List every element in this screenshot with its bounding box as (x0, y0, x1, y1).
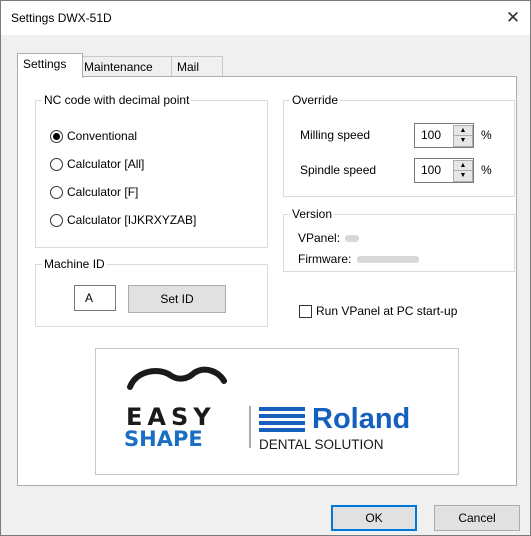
spin-down-icon[interactable]: ▼ (453, 170, 473, 182)
machine-id-value[interactable]: A (85, 291, 93, 305)
run-at-startup-label: Run VPanel at PC start-up (316, 304, 458, 318)
version-legend: Version (292, 207, 333, 221)
radio-calculator-all[interactable]: Calculator [All] (50, 156, 144, 172)
vpanel-version-row: VPanel: (298, 231, 360, 245)
milling-speed-value[interactable]: 100 (421, 128, 441, 142)
machine-id-legend: Machine ID (44, 257, 105, 271)
radio-button-icon (50, 129, 63, 143)
radio-label: Calculator [F] (67, 185, 139, 199)
radio-label: Conventional (67, 129, 138, 143)
window-title: Settings DWX-51D (11, 11, 112, 25)
tab-settings[interactable]: Settings (17, 53, 83, 78)
radio-calculator-ijkrxyzab[interactable]: Calculator [IJKRXYZAB] (50, 212, 196, 228)
title-bar: Settings DWX-51D ✕ (1, 1, 530, 35)
override-group: Override Milling speed 100 ▲ ▼ % Spindle… (283, 93, 515, 197)
logo-roland-text: Roland (312, 403, 411, 435)
close-icon[interactable]: ✕ (501, 7, 525, 29)
easy-shape-roland-logo: EASY SHAPE Roland DENTAL SOLUTION (95, 348, 459, 475)
milling-speed-unit: % (481, 128, 492, 142)
settings-dialog: Settings DWX-51D ✕ Settings Maintenance … (0, 0, 531, 536)
override-legend: Override (292, 93, 339, 107)
spindle-speed-spinner[interactable]: 100 ▲ ▼ (414, 158, 474, 183)
run-at-startup-checkbox[interactable]: Run VPanel at PC start-up (299, 304, 457, 318)
tab-maintenance[interactable]: Maintenance (78, 56, 172, 77)
vpanel-label: VPanel: (298, 231, 341, 245)
radio-button-icon (50, 157, 63, 171)
tooth-arc-icon (127, 366, 227, 390)
redacted-value (345, 235, 360, 243)
nc-code-group: NC code with decimal point Conventional … (35, 93, 268, 248)
cancel-button[interactable]: Cancel (434, 505, 520, 531)
radio-label: Calculator [IJKRXYZAB] (67, 213, 197, 227)
tab-mail[interactable]: Mail (171, 56, 223, 77)
logo-shape-text: SHAPE (124, 427, 203, 451)
logo-tagline: DENTAL SOLUTION (259, 437, 384, 452)
checkbox-icon[interactable] (299, 304, 312, 318)
radio-calculator-f[interactable]: Calculator [F] (50, 184, 138, 200)
spin-down-icon[interactable]: ▼ (453, 135, 473, 147)
radio-button-icon (50, 185, 63, 199)
machine-id-group: Machine ID A Set ID (35, 257, 268, 327)
machine-id-field[interactable]: A (74, 285, 116, 311)
radio-button-icon (50, 213, 63, 227)
nc-code-legend: NC code with decimal point (44, 93, 190, 107)
ok-button[interactable]: OK (331, 505, 417, 531)
radio-label: Calculator [All] (67, 157, 145, 171)
spindle-speed-unit: % (481, 163, 492, 177)
redacted-value (356, 256, 419, 264)
set-id-button[interactable]: Set ID (128, 285, 226, 313)
version-group: Version VPanel: Firmware: (283, 207, 515, 272)
radio-conventional[interactable]: Conventional (50, 128, 137, 144)
spindle-speed-label: Spindle speed (300, 163, 377, 177)
firmware-version-row: Firmware: (298, 252, 419, 266)
spindle-speed-value[interactable]: 100 (421, 163, 441, 177)
milling-speed-label: Milling speed (300, 128, 371, 142)
milling-speed-spinner[interactable]: 100 ▲ ▼ (414, 123, 474, 148)
firmware-label: Firmware: (298, 252, 352, 266)
